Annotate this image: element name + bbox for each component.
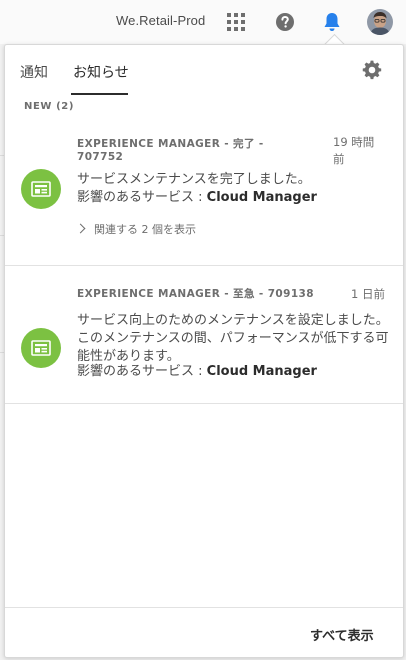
notification-type-icon — [21, 169, 61, 209]
notification-time: 19 時間前 — [333, 135, 375, 166]
shell-header: We.Retail-Prod — [0, 0, 406, 44]
notification-item[interactable]: EXPERIENCE MANAGER - 至急 - 709138 1 日前 サー… — [5, 266, 403, 404]
active-tab-indicator — [71, 93, 128, 95]
maintenance-icon — [31, 340, 51, 356]
popover-footer: すべて表示 — [5, 607, 403, 658]
notification-type-icon — [21, 328, 61, 368]
show-related-link[interactable]: 関連する 2 個を表示 — [75, 221, 196, 237]
app-grid-icon[interactable] — [227, 13, 245, 31]
help-icon[interactable] — [275, 12, 295, 32]
maintenance-icon — [31, 181, 51, 197]
chevron-right-icon — [75, 223, 86, 234]
impact-label: 影響のあるサービス : — [77, 189, 207, 205]
notification-title: EXPERIENCE MANAGER - 至急 - 709138 — [77, 288, 314, 300]
org-switcher[interactable]: We.Retail-Prod — [116, 13, 205, 28]
notification-message: サービスメンテナンスを完了しました。 — [77, 172, 311, 187]
notification-title: EXPERIENCE MANAGER - 完了 - 707752 — [77, 138, 264, 163]
impacted-services: 影響のあるサービス : Cloud Manager — [77, 189, 387, 207]
new-section-header: NEW (2) — [24, 101, 75, 112]
tab-announcements[interactable]: お知らせ — [73, 62, 129, 82]
announcements-popover: 通知 お知らせ NEW (2) EXPERIENCE MANAGER - 完了 … — [4, 44, 404, 658]
impact-service: Cloud Manager — [206, 364, 317, 379]
notification-body: サービスメンテナンスを完了しました。 影響のあるサービス : Cloud Man… — [77, 171, 387, 206]
notification-message: サービス向上のためのメンテナンスを設定しました。このメンテナンスの間、パフォーマ… — [77, 313, 389, 364]
notification-item[interactable]: EXPERIENCE MANAGER - 完了 - 707752 19 時間前 … — [5, 119, 403, 266]
tab-list: 通知 お知らせ — [5, 45, 403, 97]
impacted-services: 影響のあるサービス : Cloud Manager — [77, 363, 387, 381]
show-related-label: 関連する 2 個を表示 — [94, 223, 196, 236]
notification-time: 1 日前 — [351, 287, 385, 301]
gear-icon[interactable] — [362, 60, 382, 80]
user-avatar[interactable] — [367, 9, 393, 35]
notification-body: 影響のあるサービス : Cloud Manager — [77, 363, 387, 381]
impact-service: Cloud Manager — [206, 189, 317, 205]
view-all-button[interactable]: すべて表示 — [310, 625, 374, 644]
impact-label: 影響のあるサービス : — [77, 364, 207, 379]
tab-notifications[interactable]: 通知 — [20, 62, 48, 82]
bell-icon[interactable] — [322, 11, 342, 33]
